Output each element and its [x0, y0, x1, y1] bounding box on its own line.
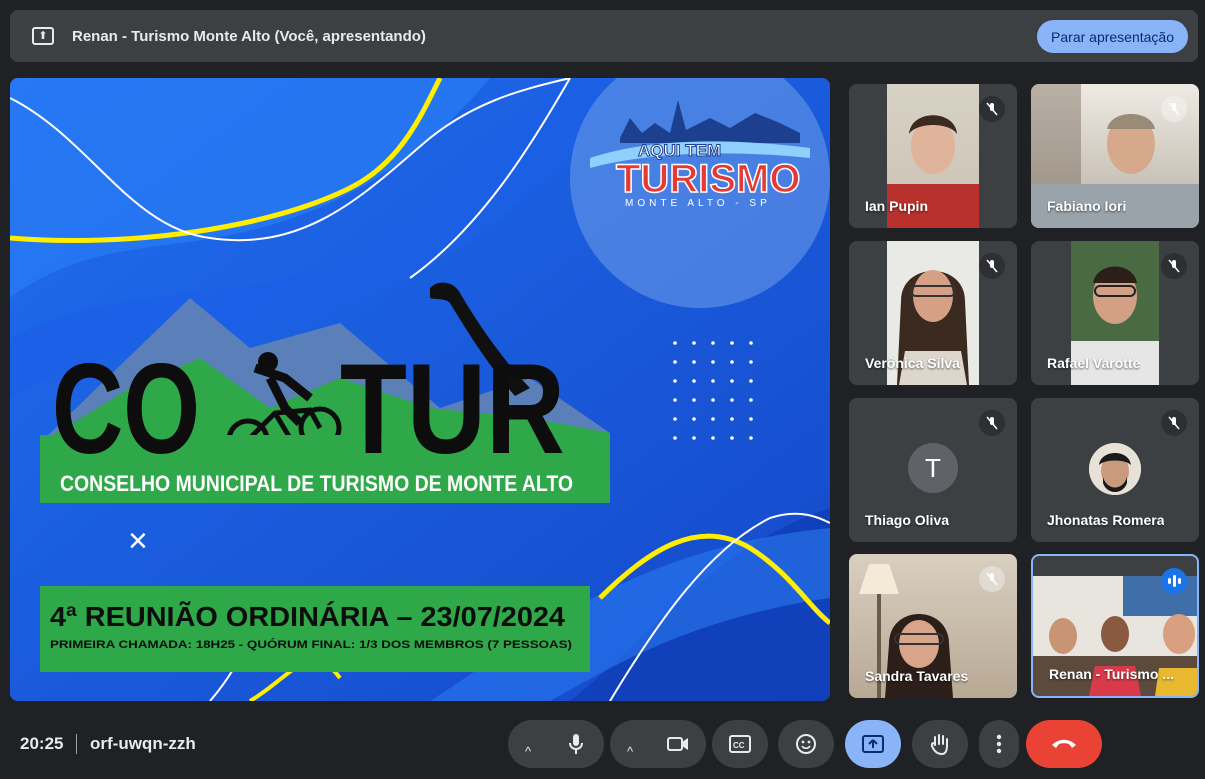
- muted-mic-icon: [979, 253, 1005, 279]
- muted-mic-icon: [1161, 253, 1187, 279]
- reactions-button[interactable]: [778, 720, 834, 768]
- more-options-button[interactable]: [979, 720, 1019, 768]
- participant-name: Rafael Varotte: [1047, 355, 1141, 371]
- captions-button[interactable]: CC: [712, 720, 768, 768]
- microphone-button[interactable]: [548, 720, 604, 768]
- participant-name: Ian Pupin: [865, 198, 928, 214]
- present-screen-icon: ⬆: [32, 27, 54, 45]
- microphone-icon: [569, 734, 583, 754]
- raise-hand-button[interactable]: [912, 720, 968, 768]
- muted-mic-icon: [979, 96, 1005, 122]
- end-call-icon: [1052, 739, 1076, 748]
- camera-options-chevron-icon[interactable]: ^: [627, 744, 633, 759]
- participant-tile-jhonatas-romera[interactable]: Jhonatas Romera: [1031, 398, 1199, 542]
- camera-control-group: ^: [610, 720, 706, 768]
- participant-name: Verônica Silva: [865, 355, 960, 371]
- presenter-title: Renan - Turismo Monte Alto (Você, aprese…: [72, 27, 426, 45]
- present-now-button[interactable]: [845, 720, 901, 768]
- mic-options-chevron-icon[interactable]: ^: [525, 744, 531, 759]
- camera-button[interactable]: [650, 720, 706, 768]
- presentation-bar: ⬆ Renan - Turismo Monte Alto (Você, apre…: [10, 10, 1198, 62]
- closed-captions-icon: CC: [729, 735, 751, 753]
- cotur-title-right-overlay: TUR: [340, 338, 565, 481]
- participant-tile-sandra-tavares[interactable]: Sandra Tavares: [849, 554, 1017, 698]
- shared-screen-slide: AQUI TEM TURISMO MONTE ALTO - SP CO TUR …: [10, 78, 830, 701]
- participant-tile-fabiano-iori[interactable]: Fabiano Iori: [1031, 84, 1199, 228]
- avatar: [1089, 443, 1141, 495]
- meeting-details: PRIMEIRA CHAMADA: 18H25 - QUÓRUM FINAL: …: [50, 638, 572, 651]
- participant-name: Fabiano Iori: [1047, 198, 1127, 214]
- muted-mic-icon: [979, 566, 1005, 592]
- participant-name: Renan - Turismo ...: [1049, 666, 1174, 682]
- present-screen-icon: [862, 735, 884, 753]
- meeting-title: 4ª REUNIÃO ORDINÁRIA – 23/07/2024: [50, 601, 565, 632]
- svg-text:CC: CC: [733, 741, 745, 750]
- muted-mic-icon: [979, 410, 1005, 436]
- participant-tile-thiago-oliva[interactable]: T Thiago Oliva: [849, 398, 1017, 542]
- participant-name: Sandra Tavares: [865, 668, 969, 684]
- more-vert-icon: [996, 734, 1002, 754]
- emoji-icon: [796, 734, 816, 754]
- slide-background: AQUI TEM TURISMO MONTE ALTO - SP CO TUR …: [10, 78, 830, 701]
- stop-presenting-button[interactable]: Parar apresentação: [1037, 20, 1188, 53]
- leave-call-button[interactable]: [1026, 720, 1102, 768]
- participant-tile-ian-pupin[interactable]: Ian Pupin: [849, 84, 1017, 228]
- participant-name: Thiago Oliva: [865, 512, 950, 528]
- slide-x-mark: ×: [128, 522, 148, 560]
- speaking-indicator-icon: [1161, 568, 1187, 594]
- mic-control-group: ^: [508, 720, 604, 768]
- muted-mic-icon: [1161, 410, 1187, 436]
- participant-tile-rafael-varotte[interactable]: Rafael Varotte: [1031, 241, 1199, 385]
- cotur-title-left-overlay: CO: [52, 338, 200, 481]
- muted-mic-icon: [1161, 96, 1187, 122]
- logo-line2: TURISMO: [616, 157, 800, 201]
- raise-hand-icon: [930, 734, 948, 755]
- video-camera-icon: [667, 737, 688, 751]
- participant-tile-veronica-silva[interactable]: Verônica Silva: [849, 241, 1017, 385]
- meeting-controls-bar: 20:25 orf-uwqn-zzh ^ ^ CC: [0, 708, 1205, 779]
- avatar: T: [908, 443, 958, 493]
- participant-name: Jhonatas Romera: [1047, 512, 1165, 528]
- meeting-code: orf-uwqn-zzh: [90, 734, 196, 753]
- participant-tile-self[interactable]: Renan - Turismo ...: [1031, 554, 1199, 698]
- meeting-clock: 20:25: [20, 734, 64, 753]
- logo-line3: MONTE ALTO - SP: [625, 198, 771, 209]
- divider: [76, 734, 77, 754]
